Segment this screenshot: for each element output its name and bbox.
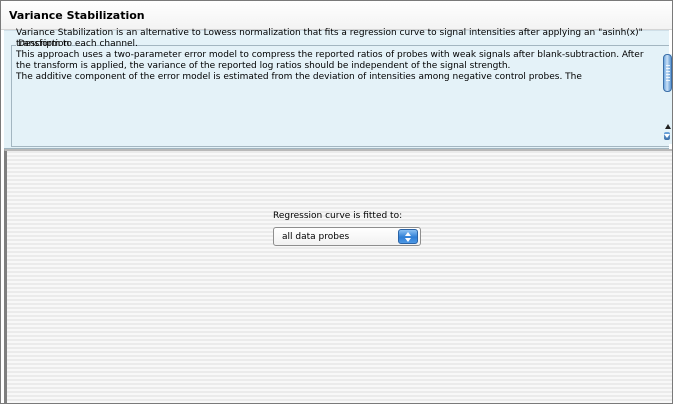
- description-text-area: Variance Stabilization is an alternative…: [8, 28, 656, 143]
- regression-target-select[interactable]: all data probes: [273, 227, 421, 246]
- select-value: all data probes: [282, 232, 350, 242]
- description-paragraph: This approach uses a two-parameter error…: [16, 50, 644, 71]
- chevron-up-icon: [405, 232, 411, 236]
- description-body: Variance Stabilization is an alternative…: [16, 28, 656, 141]
- chevron-down-icon: [405, 238, 411, 242]
- regression-label: Regression curve is fitted to:: [273, 211, 403, 221]
- select-arrows-icon[interactable]: [398, 229, 418, 244]
- dialog-window: Variance Stabilization Description Varia…: [0, 0, 673, 404]
- scroll-down-arrow-icon[interactable]: [664, 132, 670, 140]
- scroll-up-arrow-icon[interactable]: [665, 124, 671, 129]
- description-scrollbar[interactable]: [662, 54, 672, 144]
- description-paragraph: The additive component of the error mode…: [16, 72, 582, 82]
- description-paragraph: Variance Stabilization is an alternative…: [16, 28, 643, 49]
- title-bar: Variance Stabilization: [1, 1, 672, 30]
- grip-icon: [666, 65, 670, 81]
- panel-left-border: [4, 151, 7, 403]
- scrollbar-thumb[interactable]: [663, 54, 672, 92]
- window-title: Variance Stabilization: [9, 9, 145, 22]
- settings-panel: [4, 149, 672, 403]
